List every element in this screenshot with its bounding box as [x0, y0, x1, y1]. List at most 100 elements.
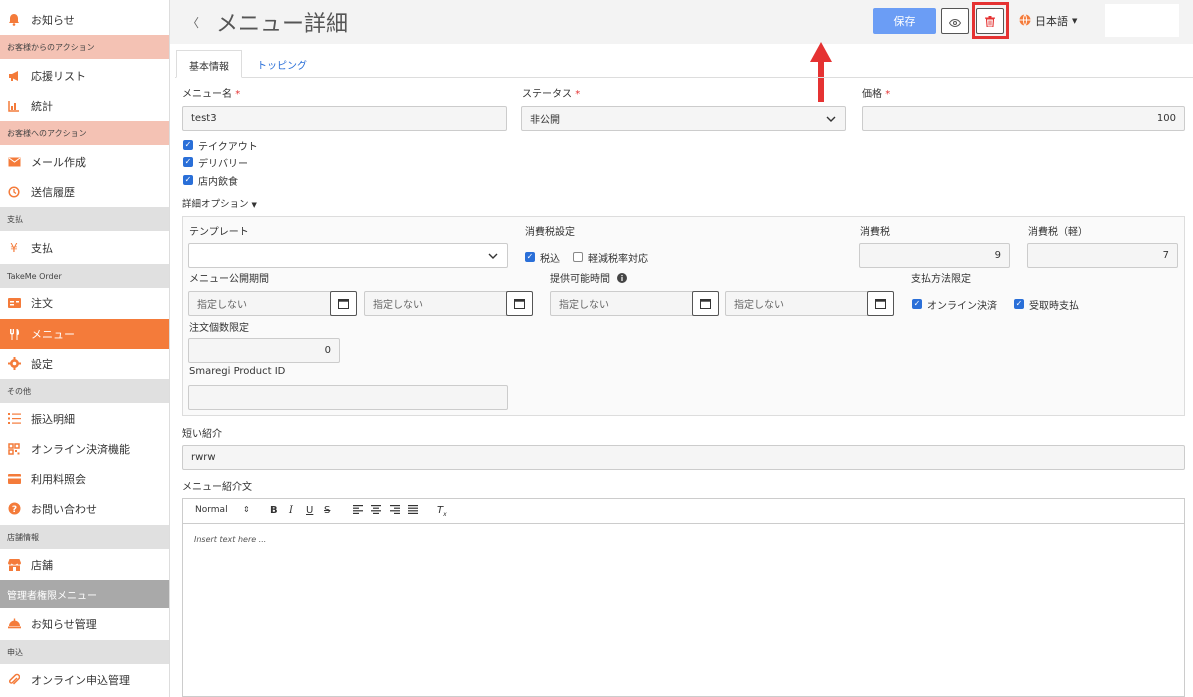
sidebar-item-label: 利用料照会	[31, 472, 86, 486]
eat-in-label: 店内飲食	[198, 177, 238, 188]
page-title: メニュー詳細	[216, 12, 349, 37]
tab-toppings[interactable]: トッピング	[245, 50, 319, 78]
delivery-checkbox[interactable]: ✓	[183, 157, 193, 167]
sidebar-item-online-application[interactable]: オンライン申込管理	[0, 665, 169, 694]
sidebar-item-store[interactable]: 店舗	[0, 550, 169, 579]
publish-start-input[interactable]: 指定しない	[188, 291, 333, 316]
status-label: ステータス *	[522, 89, 581, 100]
sidebar-item-contact[interactable]: ? お問い合わせ	[0, 494, 169, 523]
sidebar-item-orders[interactable]: 注文	[0, 288, 169, 317]
sidebar-item-settings[interactable]: 設定	[0, 349, 169, 378]
available-end-input[interactable]: 指定しない	[725, 291, 870, 316]
smaregi-label: Smaregi Product ID	[189, 366, 286, 377]
format-select-arrows-icon: ⇕	[243, 505, 250, 514]
order-limit-label: 注文個数限定	[189, 323, 249, 334]
price-input[interactable]: 100	[862, 106, 1185, 131]
align-center-icon[interactable]	[371, 505, 381, 517]
tab-basic-info[interactable]: 基本情報	[176, 50, 242, 78]
sidebar-item-label: オンライン決済機能	[31, 442, 130, 456]
save-button[interactable]: 保存	[873, 8, 936, 34]
sidebar-item-label: メール作成	[31, 155, 86, 169]
tax-light-input[interactable]: 7	[1027, 243, 1178, 268]
eat-in-checkbox[interactable]: ✓	[183, 175, 193, 185]
detail-options-box: テンプレート 消費税設定 ✓ 税込 軽減税率対応 消費税 9 消費税（軽） 7 …	[182, 216, 1185, 416]
reduced-rate-label: 軽減税率対応	[588, 254, 648, 265]
preview-button[interactable]	[941, 8, 969, 34]
tax-input[interactable]: 9	[859, 243, 1010, 268]
sidebar-item-news[interactable]: お知らせ	[0, 5, 169, 34]
online-payment-label: オンライン決済	[927, 301, 997, 312]
align-justify-icon[interactable]	[408, 505, 418, 517]
bold-icon[interactable]: B	[270, 505, 278, 516]
calendar-button[interactable]	[506, 291, 533, 316]
gear-icon	[7, 357, 21, 371]
sidebar-item-menu[interactable]: メニュー	[0, 319, 169, 349]
tab-bar: 基本情報 トッピング	[175, 50, 1193, 78]
page-header: 〈 メニュー詳細 保存 日本語 ▼	[170, 0, 1193, 44]
italic-icon[interactable]: I	[289, 505, 293, 516]
calendar-button[interactable]	[330, 291, 357, 316]
detail-options-toggle[interactable]: 詳細オプション ▼	[182, 196, 257, 210]
takeout-checkbox[interactable]: ✓	[183, 140, 193, 150]
sidebar-item-label: お問い合わせ	[31, 502, 97, 516]
editor-placeholder[interactable]: Insert text here ...	[194, 535, 266, 544]
sidebar-item-news-management[interactable]: お知らせ管理	[0, 609, 169, 638]
sidebar-section-actions-for-customers: お客様へのアクション	[0, 121, 169, 145]
calendar-button[interactable]	[867, 291, 894, 316]
sidebar-item-transfer-details[interactable]: 振込明細	[0, 404, 169, 433]
sidebar-item-send-history[interactable]: 送信履歴	[0, 177, 169, 206]
publish-end-input[interactable]: 指定しない	[364, 291, 509, 316]
menu-name-input[interactable]: test3	[182, 106, 507, 131]
back-button[interactable]: 〈	[187, 14, 199, 31]
tax-light-label: 消費税（軽）	[1028, 227, 1088, 238]
available-start-input[interactable]: 指定しない	[550, 291, 695, 316]
online-payment-checkbox[interactable]: ✓	[912, 299, 922, 309]
pay-on-pickup-checkbox[interactable]: ✓	[1014, 299, 1024, 309]
pay-on-pickup-label: 受取時支払	[1029, 301, 1079, 312]
available-time-label: 提供可能時間	[550, 270, 628, 286]
language-selector[interactable]: 日本語 ▼	[1019, 13, 1077, 29]
sidebar-item-support-list[interactable]: 応援リスト	[0, 61, 169, 90]
sidebar-item-payment[interactable]: ¥ 支払	[0, 233, 169, 262]
underline-icon[interactable]: U	[306, 505, 313, 516]
fork-knife-icon	[7, 327, 21, 341]
sidebar-section-other: その他	[0, 379, 169, 403]
align-left-icon[interactable]	[353, 505, 363, 517]
info-icon	[617, 272, 628, 286]
account-area[interactable]	[1105, 4, 1179, 37]
smaregi-input[interactable]	[188, 385, 508, 410]
reduced-rate-checkbox[interactable]	[573, 252, 583, 262]
strikethrough-icon[interactable]: S	[324, 505, 330, 516]
megaphone-icon	[7, 69, 21, 83]
takeout-label: テイクアウト	[198, 142, 258, 153]
format-select[interactable]: Normal	[195, 505, 228, 515]
sidebar-item-label: 送信履歴	[31, 185, 75, 199]
sidebar-item-compose-mail[interactable]: メール作成	[0, 147, 169, 176]
sidebar-item-online-payment[interactable]: オンライン決済機能	[0, 434, 169, 463]
sidebar-item-usage-fee[interactable]: 利用料照会	[0, 464, 169, 493]
delete-highlight-box	[972, 2, 1009, 39]
sidebar-section-takeme-order: TakeMe Order	[0, 264, 169, 288]
svg-text:?: ?	[11, 505, 16, 515]
list-icon	[7, 412, 21, 426]
sidebar-item-label: 応援リスト	[31, 69, 86, 83]
calendar-icon	[514, 294, 525, 313]
short-intro-input[interactable]: rwrw	[182, 445, 1185, 470]
intro-label: メニュー紹介文	[182, 482, 252, 493]
status-select[interactable]: 非公開	[521, 106, 846, 131]
chevron-down-icon	[826, 114, 836, 125]
status-select-value: 非公開	[530, 115, 560, 126]
order-limit-input[interactable]: 0	[188, 338, 340, 363]
sidebar-item-label: 設定	[31, 357, 53, 371]
sidebar-item-statistics[interactable]: 統計	[0, 91, 169, 120]
caret-down-icon: ▼	[251, 201, 257, 209]
sidebar-item-label: オンライン申込管理	[31, 673, 130, 687]
menu-detail-panel: 基本情報 トッピング メニュー名 * test3 ステータス * 非公開 価格 …	[175, 50, 1193, 697]
bar-chart-icon	[7, 99, 21, 113]
clear-format-icon[interactable]: Tx	[437, 505, 447, 518]
template-select[interactable]	[188, 243, 508, 268]
align-right-icon[interactable]	[390, 505, 400, 517]
calendar-button[interactable]	[692, 291, 719, 316]
tax-included-checkbox[interactable]: ✓	[525, 252, 535, 262]
order-icon	[7, 296, 21, 310]
